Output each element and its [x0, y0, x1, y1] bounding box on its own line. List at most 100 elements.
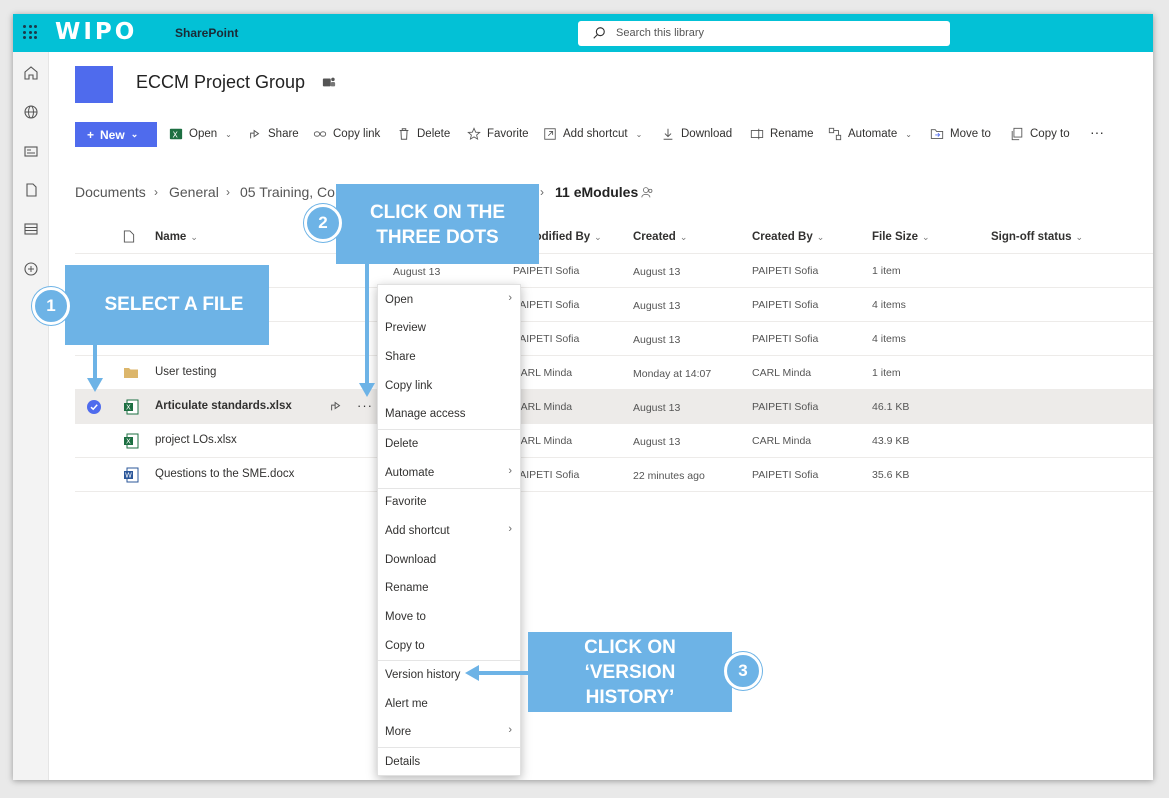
- chevron-down-icon: ⌄: [679, 232, 688, 242]
- chevron-right-icon: ›: [154, 185, 158, 199]
- share-label: Share: [268, 128, 299, 140]
- open-button[interactable]: X Open ⌄: [169, 127, 232, 141]
- created-cell: August 13: [633, 266, 681, 278]
- created-cell: August 13: [633, 300, 681, 312]
- search-box[interactable]: Search this library: [578, 21, 950, 46]
- row-checkbox-checked[interactable]: [87, 400, 101, 414]
- breadcrumb-general[interactable]: General: [169, 184, 219, 200]
- table-row-selected[interactable]: X Articulate standards.xlsx ··· CARL Min…: [75, 390, 1153, 424]
- menu-item-manage-access[interactable]: Manage access: [385, 408, 466, 420]
- automate-button[interactable]: Automate ⌄: [828, 127, 912, 141]
- globe-icon[interactable]: [23, 104, 39, 120]
- chevron-right-icon: ›: [508, 465, 512, 477]
- menu-item-add-shortcut[interactable]: Add shortcut: [385, 525, 450, 537]
- column-header-signoff[interactable]: Sign-off status ⌄: [991, 231, 1083, 243]
- file-type-icon[interactable]: [123, 230, 135, 243]
- column-header-name-label: Name: [155, 231, 187, 243]
- menu-item-version-history[interactable]: Version history: [385, 669, 460, 681]
- menu-item-share[interactable]: Share: [385, 351, 416, 363]
- chevron-down-icon: ⌄: [635, 129, 643, 139]
- chevron-down-icon: ⌄: [225, 129, 232, 139]
- callout-text: CLICK ON: [584, 637, 676, 658]
- table-row[interactable]: User testing CARL Minda Monday at 14:07 …: [75, 356, 1153, 390]
- link-icon: [313, 131, 327, 137]
- size-cell: 35.6 KB: [872, 469, 910, 481]
- menu-item-open[interactable]: Open: [385, 294, 413, 306]
- search-input[interactable]: Search this library: [616, 27, 704, 39]
- callout-version-history: CLICK ON ‘VERSION HISTORY’: [528, 632, 732, 712]
- file-name[interactable]: Questions to the SME.docx: [155, 468, 294, 480]
- menu-item-details[interactable]: Details: [385, 756, 420, 768]
- copy-link-button[interactable]: Copy link: [313, 127, 380, 141]
- menu-item-automate[interactable]: Automate: [385, 467, 434, 479]
- rename-button[interactable]: Rename: [750, 127, 813, 141]
- created-by-cell: PAIPETI Sofia: [752, 265, 819, 277]
- menu-item-move-to[interactable]: Move to: [385, 611, 426, 623]
- column-header-created[interactable]: Created ⌄: [633, 231, 687, 243]
- chevron-down-icon: ⌄: [190, 232, 198, 242]
- breadcrumb-training[interactable]: 05 Training, Co: [240, 184, 335, 200]
- menu-item-preview[interactable]: Preview: [385, 322, 426, 334]
- share-button[interactable]: Share: [248, 127, 299, 141]
- share-icon[interactable]: [329, 399, 343, 413]
- menu-item-rename[interactable]: Rename: [385, 582, 428, 594]
- chevron-down-icon: ⌄: [130, 129, 139, 139]
- move-icon: [930, 129, 944, 139]
- modified-by-cell: PAIPETI Sofia: [513, 469, 580, 481]
- created-by-cell: PAIPETI Sofia: [752, 401, 819, 413]
- row-more-actions-button[interactable]: ···: [357, 398, 373, 413]
- arrow-head-icon: [359, 383, 375, 397]
- table-row[interactable]: W Questions to the SME.docx PAIPETI Sofi…: [75, 458, 1153, 492]
- size-cell: 4 items: [872, 333, 906, 345]
- new-button-label: New: [100, 127, 125, 142]
- excel-file-icon: X: [124, 433, 139, 449]
- add-circle-icon[interactable]: [23, 261, 39, 277]
- automate-icon: [828, 127, 842, 141]
- file-name[interactable]: project LOs.xlsx: [155, 434, 237, 446]
- home-icon[interactable]: [23, 65, 39, 81]
- rename-label: Rename: [770, 128, 814, 140]
- modified-by-cell: CARL Minda: [513, 435, 573, 447]
- file-name[interactable]: User testing: [155, 366, 216, 378]
- word-file-icon: W: [124, 467, 139, 483]
- menu-item-more[interactable]: More: [385, 726, 411, 738]
- download-button[interactable]: Download: [661, 127, 732, 141]
- document-icon[interactable]: [23, 182, 39, 198]
- table-row[interactable]: X project LOs.xlsx CARL Minda August 13 …: [75, 424, 1153, 458]
- menu-item-download[interactable]: Download: [385, 554, 436, 566]
- star-icon: [467, 127, 481, 140]
- favorite-button[interactable]: Favorite: [467, 127, 529, 141]
- menu-item-favorite[interactable]: Favorite: [385, 496, 427, 508]
- column-header-created-by[interactable]: Created By ⌄: [752, 231, 824, 243]
- more-commands-button[interactable]: ···: [1090, 124, 1104, 140]
- created-by-cell: PAIPETI Sofia: [752, 299, 819, 311]
- modified-by-cell: CARL Minda: [513, 367, 573, 379]
- move-to-button[interactable]: Move to: [930, 127, 991, 141]
- new-button[interactable]: + New ⌄: [75, 122, 157, 147]
- menu-item-copy-to[interactable]: Copy to: [385, 640, 425, 652]
- wipo-logo[interactable]: WIPO: [55, 19, 137, 45]
- delete-button[interactable]: Delete: [397, 127, 450, 141]
- arrow-head-icon: [465, 665, 479, 681]
- app-name[interactable]: SharePoint: [175, 26, 238, 40]
- menu-item-copy-link[interactable]: Copy link: [385, 380, 432, 392]
- column-header-file-size[interactable]: File Size ⌄: [872, 231, 930, 243]
- site-logo[interactable]: [75, 66, 113, 103]
- news-icon[interactable]: [23, 143, 39, 159]
- copy-to-button[interactable]: Copy to: [1010, 127, 1070, 141]
- folder-icon: [124, 368, 138, 378]
- site-title[interactable]: ECCM Project Group: [136, 72, 305, 93]
- copy-link-label: Copy link: [333, 128, 381, 140]
- menu-item-delete[interactable]: Delete: [385, 438, 418, 450]
- created-cell: August 13: [633, 334, 681, 346]
- add-shortcut-button[interactable]: Add shortcut ⌄: [543, 127, 642, 141]
- menu-item-alert-me[interactable]: Alert me: [385, 698, 428, 710]
- app-launcher-icon[interactable]: [23, 25, 37, 39]
- breadcrumb-documents[interactable]: Documents: [75, 184, 146, 200]
- plus-icon: +: [87, 127, 95, 142]
- column-header-signoff-label: Sign-off status: [991, 231, 1072, 243]
- column-header-name[interactable]: Name ⌄: [155, 231, 198, 243]
- search-icon: [593, 27, 605, 39]
- file-name[interactable]: Articulate standards.xlsx: [155, 400, 292, 412]
- list-icon[interactable]: [23, 221, 39, 237]
